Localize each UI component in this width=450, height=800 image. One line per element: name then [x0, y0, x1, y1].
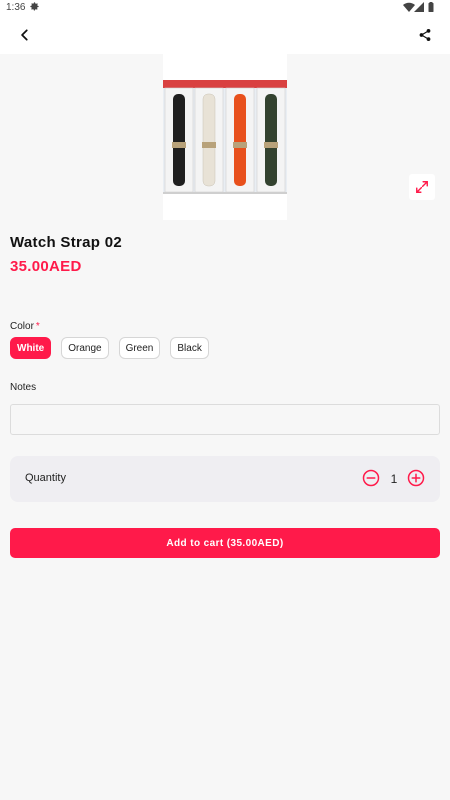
color-option-black[interactable]: Black [170, 337, 209, 359]
chevron-left-icon [21, 29, 28, 41]
notes-input[interactable] [10, 404, 440, 435]
color-options: White Orange Green Black [10, 337, 209, 359]
product-price: 35.00AED [10, 258, 82, 275]
minus-circle-icon[interactable] [362, 469, 380, 487]
color-label: Color * [10, 321, 40, 332]
app-bar [0, 16, 450, 54]
settings-icon [30, 2, 39, 11]
color-option-white[interactable]: White [10, 337, 52, 359]
expand-image-button[interactable] [409, 174, 435, 200]
status-time: 1:36 [6, 2, 26, 13]
product-title: Watch Strap 02 [10, 234, 123, 251]
watch-straps-photo [163, 80, 287, 194]
color-option-green[interactable]: Green [118, 337, 161, 359]
signal-icon [414, 2, 424, 12]
status-bar: 1:36 [0, 0, 450, 16]
notes-label: Notes [10, 382, 37, 393]
back-button[interactable] [10, 20, 40, 50]
quantity-card: Quantity 1 [10, 456, 440, 502]
add-to-cart-button[interactable]: Add to cart (35.00AED) [10, 528, 440, 558]
product-image [163, 54, 287, 220]
required-mark: * [35, 321, 40, 332]
color-label-text: Color [10, 321, 34, 332]
quantity-label: Quantity [25, 472, 66, 484]
share-button[interactable] [410, 20, 440, 50]
expand-icon [416, 181, 428, 193]
quantity-value: 1 [390, 472, 398, 486]
plus-circle-icon[interactable] [407, 469, 425, 487]
color-option-orange[interactable]: Orange [61, 337, 109, 359]
battery-icon [428, 2, 434, 12]
share-icon [419, 29, 431, 41]
